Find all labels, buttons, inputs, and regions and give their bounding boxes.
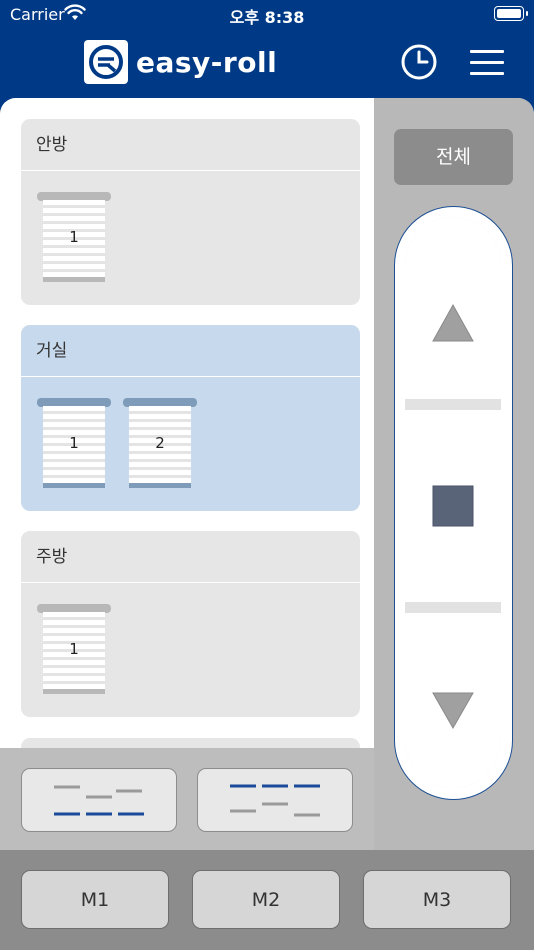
room-title: 안방 bbox=[21, 119, 360, 171]
blind-icon[interactable]: 2 bbox=[123, 398, 197, 490]
blind-icon[interactable]: 1 bbox=[37, 398, 111, 490]
blind-control-pill bbox=[394, 206, 513, 800]
control-panel: 전체 bbox=[374, 98, 534, 850]
down-button[interactable] bbox=[405, 613, 501, 788]
stop-square-icon bbox=[432, 485, 474, 527]
room-title: 거실 bbox=[21, 325, 360, 377]
group-mode-2-button[interactable] bbox=[197, 768, 353, 832]
arrow-down-icon bbox=[432, 692, 474, 730]
room-card-geosil[interactable]: 거실 1 2 bbox=[21, 325, 360, 511]
up-button[interactable] bbox=[405, 217, 501, 399]
hamburger-menu-icon[interactable] bbox=[470, 48, 504, 76]
app-logo: easy-roll bbox=[84, 40, 277, 84]
blind-number: 1 bbox=[69, 434, 79, 452]
blind-number: 2 bbox=[155, 434, 165, 452]
room-card-anbang[interactable]: 안방 1 bbox=[21, 119, 360, 305]
blind-icon[interactable]: 1 bbox=[37, 604, 111, 696]
memory-3-button[interactable]: M3 bbox=[363, 870, 511, 929]
memory-bar: M1 M2 M3 bbox=[0, 850, 534, 950]
all-blinds-button[interactable]: 전체 bbox=[394, 129, 513, 185]
clock-time: 오후 8:38 bbox=[229, 8, 305, 27]
room-title: 주방 bbox=[21, 531, 360, 583]
history-clock-icon[interactable] bbox=[400, 43, 438, 81]
group-lines-icon bbox=[230, 784, 320, 817]
room-card-partial[interactable] bbox=[21, 738, 360, 748]
logo-text: easy-roll bbox=[136, 45, 278, 79]
group-selector-bar bbox=[0, 748, 374, 850]
memory-1-button[interactable]: M1 bbox=[21, 870, 169, 929]
logo-mark-icon bbox=[84, 40, 128, 84]
battery-icon bbox=[494, 6, 528, 21]
group-lines-icon bbox=[54, 785, 144, 816]
status-bar: Carrier 오후 8:38 bbox=[0, 0, 534, 28]
stop-button[interactable] bbox=[405, 410, 501, 602]
main-content: 안방 1 거실 1 2 주방 1 전체 M1 M2 M3 bbox=[0, 98, 534, 950]
arrow-up-icon bbox=[432, 303, 474, 342]
group-mode-1-button[interactable] bbox=[21, 768, 177, 832]
blind-number: 1 bbox=[69, 640, 79, 658]
blind-number: 1 bbox=[69, 228, 79, 246]
room-card-jubang[interactable]: 주방 1 bbox=[21, 531, 360, 717]
room-list[interactable]: 안방 1 거실 1 2 주방 1 bbox=[0, 98, 374, 748]
blind-icon[interactable]: 1 bbox=[37, 192, 111, 284]
memory-2-button[interactable]: M2 bbox=[192, 870, 340, 929]
